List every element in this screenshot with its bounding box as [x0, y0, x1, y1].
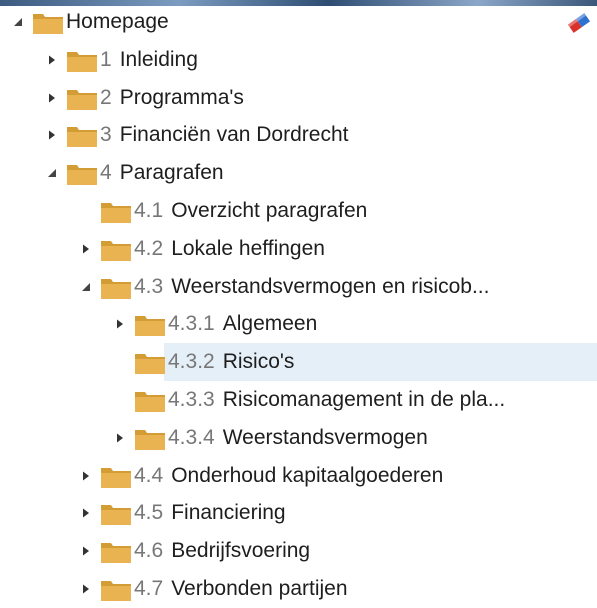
no-toggle	[112, 392, 128, 408]
folder-icon	[100, 500, 132, 526]
folder-icon	[100, 576, 132, 602]
collapsed-toggle-icon[interactable]	[44, 127, 60, 143]
folder-icon	[66, 85, 98, 111]
tree-node[interactable]: 1 Inleiding	[44, 41, 198, 79]
node-number: 4.3	[134, 274, 164, 298]
collapsed-toggle-icon[interactable]	[44, 90, 60, 106]
tree-node[interactable]: 4.3 Weerstandsvermogen en risicob...	[78, 268, 489, 306]
tree-node[interactable]: 4.7 Verbonden partijen	[78, 570, 348, 608]
node-label: Homepage	[66, 10, 169, 33]
node-number: 4.1	[134, 199, 164, 222]
node-label: Paragrafen	[119, 161, 224, 185]
node-number: 4.3.4	[168, 425, 215, 449]
node-number: 4.3.1	[168, 312, 215, 336]
node-number: 1	[100, 47, 112, 71]
node-label: Weerstandsvermogen en risicob...	[171, 274, 490, 298]
no-toggle	[112, 354, 128, 370]
node-number: 3	[100, 123, 112, 147]
collapsed-toggle-icon[interactable]	[44, 52, 60, 68]
tree-node[interactable]: 4.3.1 Algemeen	[112, 305, 317, 343]
node-number: 4.5	[134, 501, 164, 525]
tree-node[interactable]: 4 Paragrafen	[44, 154, 224, 192]
node-number: 4.3.2	[168, 350, 215, 374]
node-number: 2	[100, 85, 112, 109]
folder-icon	[134, 425, 166, 451]
folder-icon	[66, 47, 98, 73]
folder-icon	[134, 387, 166, 413]
node-label: Inleiding	[119, 47, 198, 71]
tree-node[interactable]: 4.4 Onderhoud kapitaalgoederen	[78, 457, 443, 495]
collapsed-toggle-icon[interactable]	[78, 241, 94, 257]
tree-node[interactable]: 4.2 Lokale heffingen	[78, 230, 325, 268]
node-number: 4.3.3	[168, 388, 215, 411]
tree-node[interactable]: 4.3.4 Weerstandsvermogen	[112, 419, 428, 457]
node-number: 4.7	[134, 577, 164, 600]
tree-node[interactable]: 4.3.2 Risico's	[112, 343, 294, 381]
node-number: 4.4	[134, 463, 164, 487]
folder-icon	[100, 198, 132, 224]
tree-node[interactable]: 4.3.3 Risicomanagement in de pla...	[112, 381, 505, 419]
node-label: Algemeen	[222, 312, 318, 336]
tree-node[interactable]: 3 Financiën van Dordrecht	[44, 116, 348, 154]
node-label: Risico's	[222, 350, 295, 374]
node-number: 4	[100, 161, 112, 185]
node-label: Weerstandsvermogen	[222, 425, 428, 449]
folder-icon	[134, 349, 166, 375]
eraser-icon[interactable]	[566, 10, 592, 36]
tree-node[interactable]: Homepage	[10, 3, 169, 41]
folder-icon	[100, 236, 132, 262]
no-toggle	[78, 203, 94, 219]
node-label: Risicomanagement in de pla...	[222, 388, 506, 411]
node-number: 4.2	[134, 236, 164, 260]
collapsed-toggle-icon[interactable]	[78, 543, 94, 559]
folder-icon	[134, 311, 166, 337]
collapsed-toggle-icon[interactable]	[78, 505, 94, 521]
node-label: Verbonden partijen	[171, 577, 348, 600]
folder-icon	[100, 463, 132, 489]
tree-node[interactable]: 4.6 Bedrijfsvoering	[78, 532, 310, 570]
collapsed-toggle-icon[interactable]	[78, 581, 94, 597]
node-number: 4.6	[134, 539, 164, 563]
expanded-toggle-icon[interactable]	[78, 279, 94, 295]
folder-icon	[66, 122, 98, 148]
collapsed-toggle-icon[interactable]	[78, 468, 94, 484]
tree-node[interactable]: 4.1 Overzicht paragrafen	[78, 192, 367, 230]
tree-node[interactable]: 2 Programma's	[44, 79, 244, 117]
node-label: Overzicht paragrafen	[171, 199, 368, 222]
tree-node[interactable]: 4.5 Financiering	[78, 494, 286, 532]
folder-icon	[100, 538, 132, 564]
expanded-toggle-icon[interactable]	[10, 14, 26, 30]
folder-icon	[32, 9, 64, 35]
expanded-toggle-icon[interactable]	[44, 165, 60, 181]
node-label: Financiën van Dordrecht	[119, 123, 349, 147]
node-label: Bedrijfsvoering	[171, 539, 311, 563]
collapsed-toggle-icon[interactable]	[112, 316, 128, 332]
collapsed-toggle-icon[interactable]	[112, 430, 128, 446]
folder-icon	[100, 274, 132, 300]
folder-icon	[66, 160, 98, 186]
node-label: Onderhoud kapitaalgoederen	[171, 463, 444, 487]
node-label: Financiering	[171, 501, 286, 525]
node-label: Lokale heffingen	[171, 236, 325, 260]
node-label: Programma's	[119, 85, 244, 109]
